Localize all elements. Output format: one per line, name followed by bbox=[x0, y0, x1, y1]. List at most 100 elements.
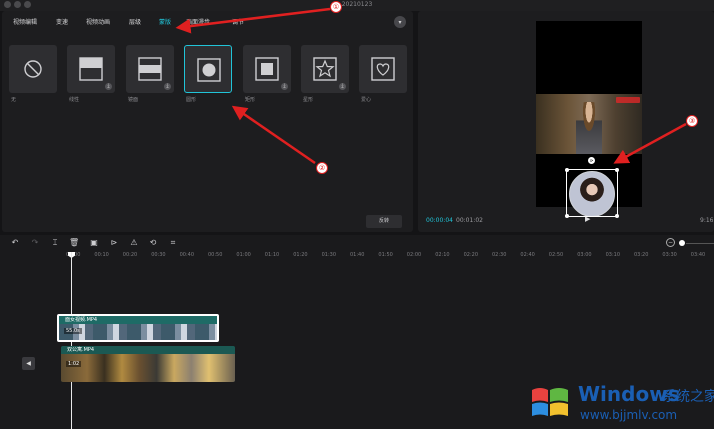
mask-label: 圆形 bbox=[186, 97, 197, 103]
invert-button[interactable]: 反转 bbox=[366, 215, 402, 228]
selection-box[interactable] bbox=[565, 168, 619, 218]
ruler-tick-label: 00:40 bbox=[179, 252, 195, 258]
watermark-cn: 系统之家 bbox=[662, 389, 714, 405]
mask-star[interactable]: ⤓ bbox=[301, 45, 349, 93]
resize-handle[interactable] bbox=[615, 168, 619, 172]
video-frame-top bbox=[536, 94, 642, 154]
ruler-tick-label: 01:10 bbox=[264, 252, 280, 258]
none-icon bbox=[24, 60, 42, 78]
ruler-tick-label: 02:20 bbox=[463, 252, 479, 258]
duration-time: 00:01:02 bbox=[456, 217, 483, 224]
ruler-tick-label: 02:30 bbox=[492, 252, 507, 258]
download-icon: ⤓ bbox=[339, 83, 346, 90]
ruler-tick-label: 01:40 bbox=[350, 252, 365, 258]
ruler-tick-label: 00:30 bbox=[151, 252, 166, 258]
rotate-clip-icon[interactable]: ⟲ bbox=[148, 238, 158, 248]
ruler-tick-label: 00:20 bbox=[122, 252, 138, 258]
zoom-slider-track[interactable] bbox=[686, 243, 714, 244]
mask-label: 镜面 bbox=[128, 97, 139, 103]
freeze-icon[interactable]: ▣ bbox=[89, 238, 99, 248]
ruler-tick-label: 03:00 bbox=[577, 252, 592, 258]
clip-name: 面女视频.MP4 bbox=[65, 317, 98, 323]
clip-name: 双公寓.MP4 bbox=[67, 347, 95, 353]
tab-speed[interactable]: 变速 bbox=[56, 18, 68, 28]
mirror-icon[interactable]: ⚠ bbox=[129, 238, 139, 248]
ruler-tick-label: 02:10 bbox=[435, 252, 450, 258]
aspect-ratio[interactable]: 9:16 bbox=[700, 217, 713, 224]
app-window: 20210123 视频编辑 变速 视频动画 层级 蒙版 画面漫步 调节 ▾ 无 … bbox=[0, 0, 714, 429]
mask-label: 线性 bbox=[69, 97, 80, 103]
properties-panel: 视频编辑 变速 视频动画 层级 蒙版 画面漫步 调节 ▾ 无 ⤓ 线性 ⤓ 镜面… bbox=[2, 11, 413, 232]
mask-label: 星形 bbox=[303, 97, 314, 103]
ruler-tick-label: 03:20 bbox=[634, 252, 649, 258]
mask-linear[interactable]: ⤓ bbox=[67, 45, 115, 93]
tab-video-edit[interactable]: 视频编辑 bbox=[13, 18, 37, 28]
mute-audio-icon[interactable]: ◀ bbox=[22, 357, 35, 370]
play-icon[interactable]: ▶ bbox=[585, 215, 590, 223]
ruler-tick-label: 03:10 bbox=[605, 252, 621, 258]
ruler-tick-label: 03:40 bbox=[690, 252, 706, 258]
property-tabs: 视频编辑 变速 视频动画 层级 蒙版 画面漫步 调节 ▾ bbox=[2, 11, 413, 35]
mask-heart[interactable] bbox=[359, 45, 407, 93]
annotation-marker-2: ② bbox=[316, 162, 328, 174]
mask-none[interactable] bbox=[9, 45, 57, 93]
circle-mask-icon bbox=[197, 58, 221, 82]
zoom-slider-handle[interactable] bbox=[679, 240, 685, 246]
undo-icon[interactable]: ↶ bbox=[10, 238, 20, 248]
time-ruler[interactable]: 00:0000:1000:2000:3000:4000:5001:0001:10… bbox=[0, 251, 714, 263]
reverse-play-icon[interactable]: ⊳ bbox=[109, 238, 119, 248]
heart-mask-icon bbox=[371, 57, 395, 81]
ruler-tick-label: 03:30 bbox=[662, 252, 677, 258]
ruler-tick-label: 01:50 bbox=[378, 252, 393, 258]
resize-handle[interactable] bbox=[615, 214, 619, 218]
ruler-tick-label: 01:30 bbox=[321, 252, 337, 258]
window-title: 20210123 bbox=[341, 1, 373, 8]
ruler-tick-label: 00:50 bbox=[208, 252, 223, 258]
ruler-tick-label: 01:00 bbox=[236, 252, 251, 258]
woman-figure bbox=[576, 102, 602, 154]
chevron-down-icon[interactable]: ▾ bbox=[394, 16, 406, 28]
ruler-tick-label: 02:40 bbox=[520, 252, 535, 258]
title-bar: 20210123 bbox=[0, 0, 714, 11]
download-icon: ⤓ bbox=[281, 83, 288, 90]
tab-video-animation[interactable]: 视频动画 bbox=[86, 18, 110, 28]
annotation-marker-1: ① bbox=[330, 1, 342, 13]
split-icon[interactable]: ⌶ bbox=[50, 238, 60, 248]
zoom-out-icon[interactable]: − bbox=[666, 238, 675, 247]
clip-thumbnails bbox=[59, 324, 217, 340]
mask-label: 矩形 bbox=[245, 97, 256, 103]
mask-circle[interactable] bbox=[184, 45, 232, 93]
timeline-toolbar: ↶ ↷ ⌶ 🗑 ▣ ⊳ ⚠ ⟲ ⌗ − bbox=[0, 235, 714, 251]
video-clip-main[interactable]: 双公寓.MP4 1:02 bbox=[61, 346, 235, 382]
resize-handle[interactable] bbox=[565, 214, 569, 218]
redo-icon[interactable]: ↷ bbox=[30, 238, 40, 248]
channel-logo bbox=[616, 97, 640, 103]
clip-duration: 1:02 bbox=[66, 361, 82, 367]
preview-canvas[interactable]: ⟳ bbox=[536, 21, 642, 218]
watermark: Windows 系统之家 www.bjjmlv.com bbox=[514, 378, 714, 429]
annotation-marker-3: ③ bbox=[686, 115, 698, 127]
ruler-tick-label: 00:10 bbox=[94, 252, 109, 258]
mask-label: 爱心 bbox=[361, 97, 372, 103]
watermark-url: www.bjjmlv.com bbox=[580, 408, 678, 422]
mask-rectangle[interactable]: ⤓ bbox=[243, 45, 291, 93]
resize-handle[interactable] bbox=[565, 168, 569, 172]
mask-label: 无 bbox=[11, 97, 17, 103]
rotate-icon[interactable]: ⟳ bbox=[588, 157, 595, 164]
windows-logo-icon bbox=[532, 388, 568, 416]
clip-duration: 55.0s bbox=[64, 328, 82, 334]
crop-icon[interactable]: ⌗ bbox=[168, 238, 178, 248]
tab-mask[interactable]: 蒙版 bbox=[159, 18, 171, 28]
player-panel: ⟳ 00:00:04 00:01:02 ▶ 9:16 bbox=[418, 11, 714, 232]
mask-mirror[interactable]: ⤓ bbox=[126, 45, 174, 93]
ruler-tick-label: 02:50 bbox=[548, 252, 564, 258]
tab-canvas-walk[interactable]: 画面漫步 bbox=[186, 18, 210, 28]
clip-thumbnails bbox=[61, 354, 235, 382]
tab-layer[interactable]: 层级 bbox=[129, 18, 141, 28]
delete-icon[interactable]: 🗑 bbox=[69, 238, 79, 248]
download-icon: ⤓ bbox=[164, 83, 171, 90]
tab-adjust[interactable]: 调节 bbox=[232, 18, 244, 28]
download-icon: ⤓ bbox=[105, 83, 112, 90]
current-time: 00:00:04 bbox=[426, 217, 453, 224]
video-clip-overlay[interactable]: 面女视频.MP4 55.0s bbox=[57, 314, 219, 342]
